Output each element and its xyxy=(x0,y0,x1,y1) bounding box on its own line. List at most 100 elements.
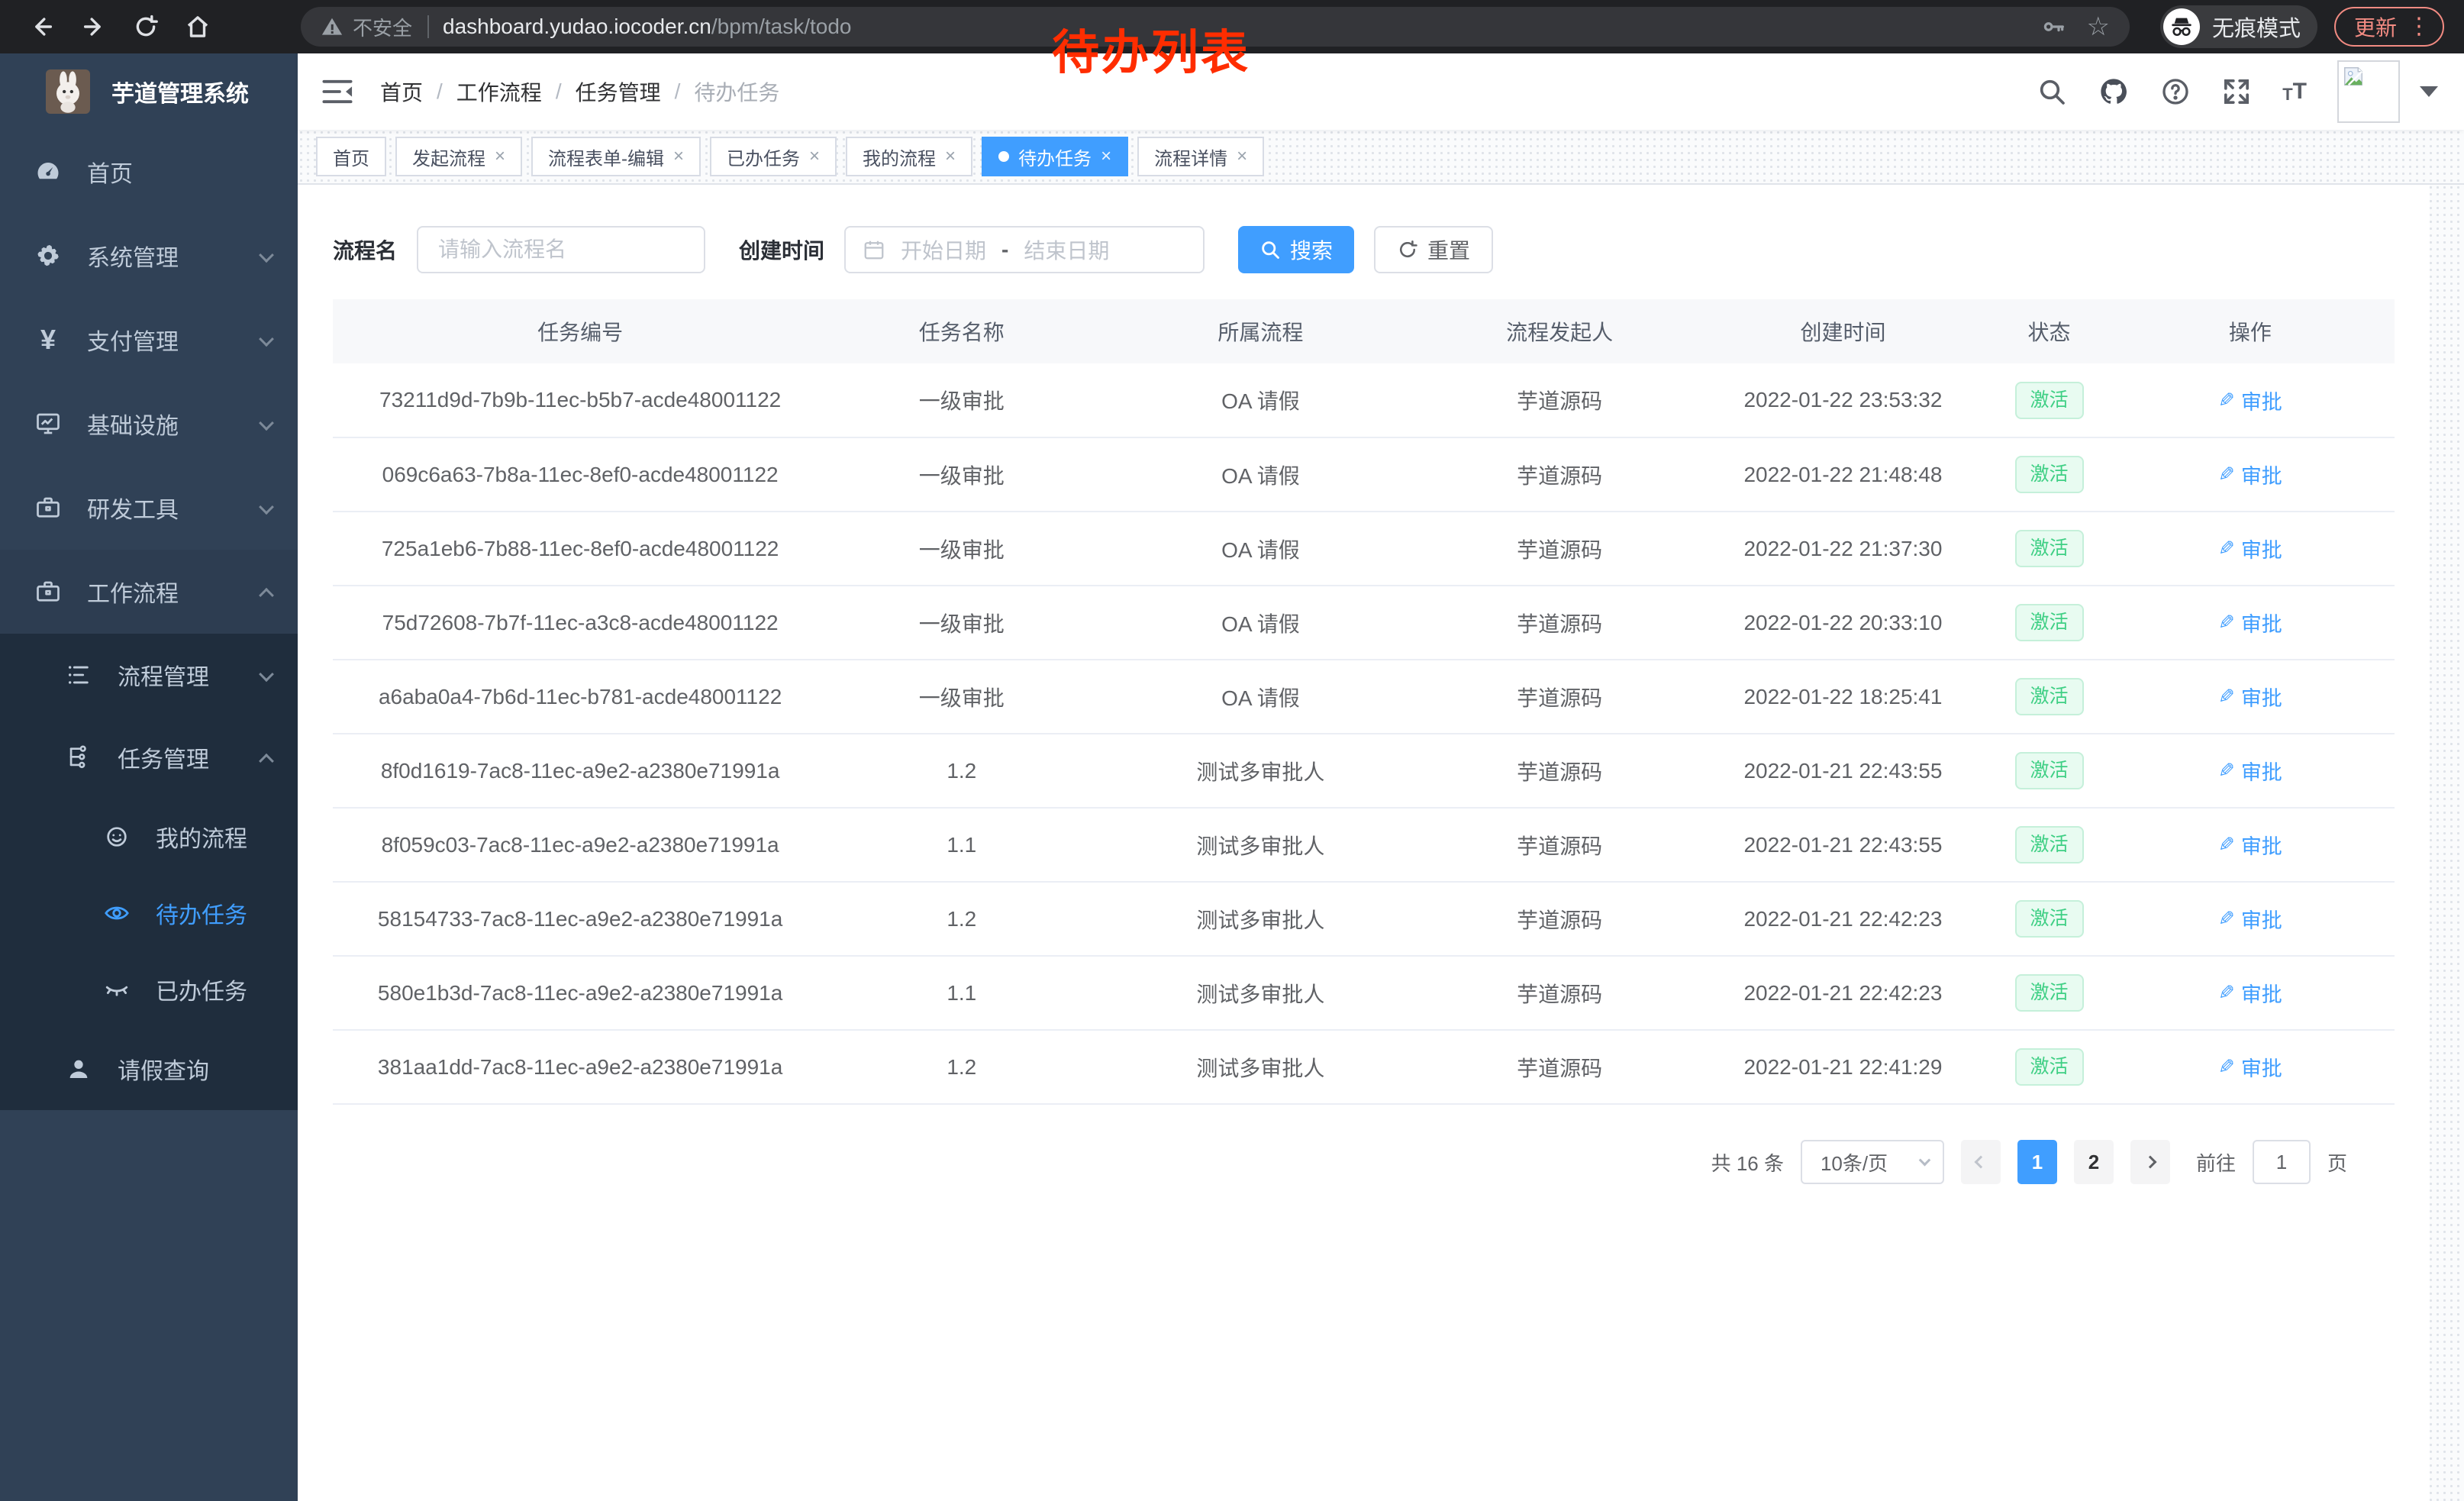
sidebar-item-home[interactable]: 首页 xyxy=(0,130,298,214)
edit-pencil-icon: ✎ xyxy=(2218,1055,2235,1079)
reload-icon xyxy=(133,14,159,40)
sidebar-item-todo-task[interactable]: 待办任务 xyxy=(0,875,298,951)
help-icon[interactable] xyxy=(2160,76,2191,107)
browser-menu-icon[interactable]: ⋮ xyxy=(2408,15,2430,38)
col-task-id: 任务编号 xyxy=(333,299,827,363)
tab-start-process[interactable]: 发起流程× xyxy=(395,137,522,176)
browser-update-button[interactable]: 更新 ⋮ xyxy=(2334,7,2444,47)
tab-done-task[interactable]: 已办任务× xyxy=(710,137,837,176)
approve-link[interactable]: ✎审批 xyxy=(2218,978,2282,1008)
gear-icon xyxy=(32,242,64,270)
edit-pencil-icon: ✎ xyxy=(2218,537,2235,560)
password-key-icon[interactable] xyxy=(2042,15,2066,39)
todo-list-annotation: 待办列表 xyxy=(1052,14,1250,82)
col-starter: 流程发起人 xyxy=(1426,299,1694,363)
sidebar-collapse-icon[interactable] xyxy=(314,70,360,113)
approve-link[interactable]: ✎审批 xyxy=(2218,904,2282,934)
edit-pencil-icon: ✎ xyxy=(2218,611,2235,634)
bookmark-star-icon[interactable]: ☆ xyxy=(2086,14,2109,40)
date-range-separator: - xyxy=(1001,237,1008,262)
status-badge: 激活 xyxy=(2015,456,2084,493)
task-tree-icon xyxy=(63,744,95,770)
browser-home-button[interactable] xyxy=(176,5,220,49)
approve-link[interactable]: ✎审批 xyxy=(2218,830,2282,860)
app-logo-image xyxy=(46,69,90,114)
close-icon[interactable]: × xyxy=(673,147,684,166)
prev-page-button[interactable] xyxy=(1961,1140,2001,1184)
approve-link[interactable]: ✎审批 xyxy=(2218,386,2282,415)
tab-todo-task[interactable]: 待办任务× xyxy=(982,137,1128,176)
search-button[interactable]: 搜索 xyxy=(1238,226,1354,273)
page-unit-label: 页 xyxy=(2327,1148,2347,1177)
table-row: 8f0d1619-7ac8-11ec-a9e2-a2380e71991a1.2测… xyxy=(333,734,2395,808)
approve-link[interactable]: ✎审批 xyxy=(2218,1052,2282,1082)
edit-pencil-icon: ✎ xyxy=(2218,981,2235,1005)
close-icon[interactable]: × xyxy=(1237,147,1247,166)
table-header-row: 任务编号 任务名称 所属流程 流程发起人 创建时间 状态 操作 xyxy=(333,299,2395,363)
sidebar-item-workflow[interactable]: 工作流程 xyxy=(0,550,298,634)
table-row: 58154733-7ac8-11ec-a9e2-a2380e71991a1.2测… xyxy=(333,882,2395,956)
approve-link[interactable]: ✎审批 xyxy=(2218,534,2282,563)
avatar-dropdown-caret[interactable] xyxy=(2420,86,2438,97)
approve-link[interactable]: ✎审批 xyxy=(2218,682,2282,712)
breadcrumb-workflow[interactable]: 工作流程 xyxy=(456,76,542,107)
approve-link[interactable]: ✎审批 xyxy=(2218,756,2282,786)
table-row: a6aba0a4-7b6d-11ec-b781-acde48001122一级审批… xyxy=(333,660,2395,734)
tab-process-detail[interactable]: 流程详情× xyxy=(1137,137,1264,176)
goto-page-input[interactable] xyxy=(2253,1140,2311,1184)
avatar[interactable] xyxy=(2337,60,2400,123)
tab-home[interactable]: 首页 xyxy=(316,137,386,176)
edit-pencil-icon: ✎ xyxy=(2218,759,2235,783)
sidebar-item-label: 已办任务 xyxy=(156,973,247,1006)
close-icon[interactable]: × xyxy=(945,147,956,166)
next-page-button[interactable] xyxy=(2130,1140,2170,1184)
approve-link[interactable]: ✎审批 xyxy=(2218,460,2282,489)
close-icon[interactable]: × xyxy=(1101,147,1111,166)
sidebar-item-my-process[interactable]: 我的流程 xyxy=(0,799,298,875)
approve-link[interactable]: ✎审批 xyxy=(2218,608,2282,638)
process-name-input[interactable] xyxy=(417,226,705,273)
reset-button[interactable]: 重置 xyxy=(1374,226,1493,273)
browser-forward-button[interactable] xyxy=(72,5,116,49)
calendar-icon xyxy=(863,238,885,261)
sidebar-item-task-mgmt[interactable]: 任务管理 xyxy=(0,716,298,799)
github-icon[interactable] xyxy=(2098,76,2130,108)
close-icon[interactable]: × xyxy=(495,147,505,166)
refresh-icon xyxy=(1397,239,1418,260)
browser-back-button[interactable] xyxy=(20,5,64,49)
col-task-name: 任务名称 xyxy=(827,299,1095,363)
close-icon[interactable]: × xyxy=(809,147,820,166)
tab-my-process[interactable]: 我的流程× xyxy=(846,137,972,176)
pagination: 共 16 条 10条/页 1 2 前往 页 xyxy=(298,1105,2430,1184)
col-action: 操作 xyxy=(2106,299,2395,363)
breadcrumb-task-mgmt[interactable]: 任务管理 xyxy=(576,76,661,107)
task-table: 任务编号 任务名称 所属流程 流程发起人 创建时间 状态 操作 73211d9d… xyxy=(333,299,2395,1105)
chevron-left-icon xyxy=(1974,1156,1987,1169)
table-row: 8f059c03-7ac8-11ec-a9e2-a2380e71991a1.1测… xyxy=(333,808,2395,882)
content-panel: 流程名 创建时间 开始日期 - 结束日期 搜索 重置 xyxy=(298,185,2430,1501)
tab-process-form-edit[interactable]: 流程表单-编辑× xyxy=(531,137,701,176)
chevron-down-icon xyxy=(261,662,272,688)
search-icon[interactable] xyxy=(2037,76,2067,107)
page-button-1[interactable]: 1 xyxy=(2017,1140,2057,1184)
sidebar-item-leave-query[interactable]: 请假查询 xyxy=(0,1028,298,1110)
sidebar-item-infra[interactable]: 基础设施 xyxy=(0,382,298,466)
sidebar-item-pay[interactable]: ¥ 支付管理 xyxy=(0,298,298,382)
sidebar-item-process-mgmt[interactable]: 流程管理 xyxy=(0,634,298,716)
sidebar-item-done-task[interactable]: 已办任务 xyxy=(0,951,298,1028)
chevron-right-icon xyxy=(2143,1156,2156,1169)
chevron-up-icon xyxy=(261,579,272,605)
security-label: 不安全 xyxy=(353,13,412,41)
breadcrumb-home[interactable]: 首页 xyxy=(380,76,423,107)
sidebar-item-devtools[interactable]: 研发工具 xyxy=(0,466,298,550)
font-size-icon[interactable]: TT xyxy=(2282,79,2307,105)
sidebar-item-system[interactable]: 系统管理 xyxy=(0,214,298,298)
breadcrumb-separator: / xyxy=(675,79,681,104)
app-logo-row[interactable]: 芋道管理系统 xyxy=(0,53,298,130)
page-size-select[interactable]: 10条/页 xyxy=(1801,1140,1944,1184)
fullscreen-icon[interactable] xyxy=(2221,76,2252,107)
browser-reload-button[interactable] xyxy=(124,5,168,49)
page-button-2[interactable]: 2 xyxy=(2074,1140,2114,1184)
date-range-picker[interactable]: 开始日期 - 结束日期 xyxy=(844,226,1205,273)
table-row: 75d72608-7b7f-11ec-a3c8-acde48001122一级审批… xyxy=(333,586,2395,660)
